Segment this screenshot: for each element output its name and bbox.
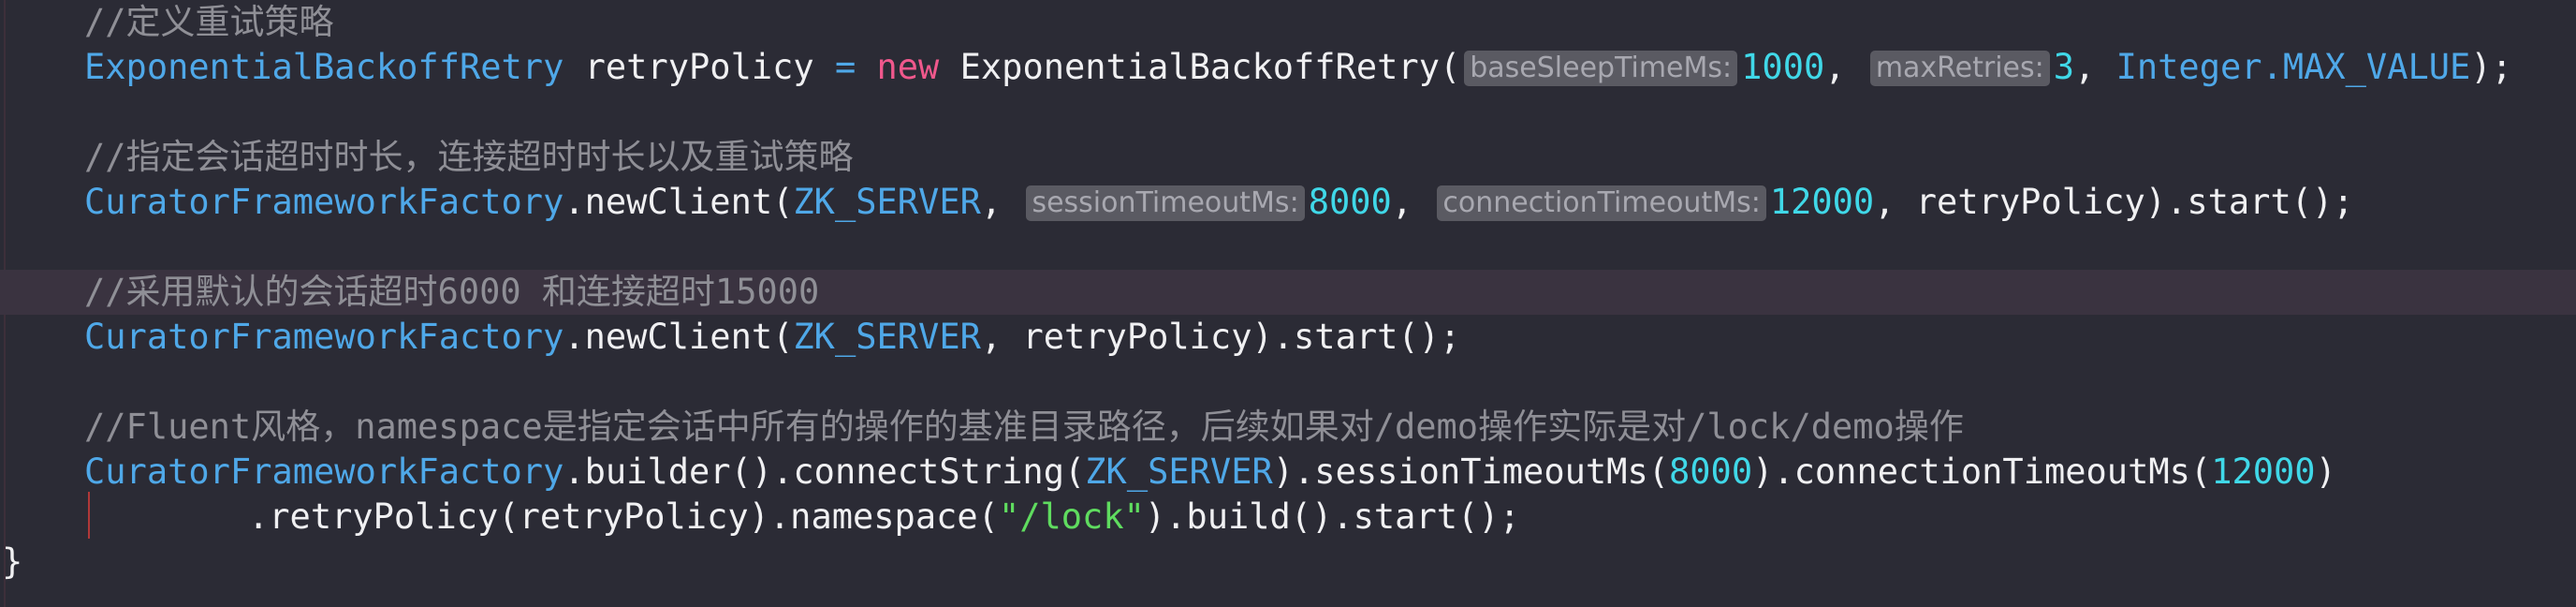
code-line-3[interactable]: //指定会话超时时长，连接超时时长以及重试策略 (0, 135, 2576, 180)
param-hint-base-sleep: baseSleepTimeMs: (1464, 51, 1738, 86)
type-name: CuratorFrameworkFactory (84, 317, 564, 357)
number-literal: 1000 (1741, 47, 1825, 87)
operator: = (834, 47, 856, 87)
statement-end: , retryPolicy).start(); (980, 317, 1461, 357)
number-literal: 12000 (1769, 182, 1875, 222)
type-integer: Integer (2115, 47, 2262, 87)
separator: , (1391, 182, 1413, 222)
closing-brace: } (2, 541, 23, 582)
method-call: .newClient( (564, 317, 794, 357)
statement-end: ) (2315, 452, 2336, 492)
separator: , (980, 182, 1003, 222)
constant-max-value: .MAX_VALUE (2261, 47, 2471, 87)
number-literal: 8000 (1308, 182, 1392, 222)
code-line-8[interactable]: CuratorFrameworkFactory.builder().connec… (0, 450, 2576, 495)
comment-fluent: //Fluent风格，namespace是指定会话中所有的操作的基准目录路径，后… (84, 407, 1964, 447)
param-hint-session-timeout: sessionTimeoutMs: (1026, 185, 1305, 221)
comment-defaults: //采用默认的会话超时6000 和连接超时15000 (84, 272, 820, 312)
number-literal: 8000 (1669, 452, 1753, 492)
constant-zk-server: ZK_SERVER (793, 317, 981, 357)
separator: , (1824, 47, 1846, 87)
separator: , (2074, 47, 2116, 87)
constant-zk-server: ZK_SERVER (1085, 452, 1273, 492)
param-hint-connection-timeout: connectionTimeoutMs: (1437, 185, 1766, 221)
string-literal: "/lock" (998, 496, 1145, 537)
code-line-2[interactable]: ExponentialBackoffRetry retryPolicy = ne… (0, 45, 2576, 90)
type-name: ExponentialBackoffRetry (84, 47, 564, 87)
method-call: .newClient( (564, 182, 794, 222)
code-line-7[interactable]: //Fluent风格，namespace是指定会话中所有的操作的基准目录路径，后… (0, 405, 2576, 450)
type-name: CuratorFrameworkFactory (84, 452, 564, 492)
constructor-call: ExponentialBackoffRetry( (939, 47, 1461, 87)
code-line-1[interactable]: //定义重试策略 (0, 0, 2576, 45)
variable-name: retryPolicy (564, 47, 835, 87)
code-line-6[interactable]: CuratorFrameworkFactory.newClient(ZK_SER… (0, 315, 2576, 360)
method-chain: .retryPolicy(retryPolicy).namespace( (248, 496, 999, 537)
method-call: ).connectionTimeoutMs( (1752, 452, 2212, 492)
statement-end: ).build().start(); (1144, 496, 1520, 537)
constant-zk-server: ZK_SERVER (793, 182, 981, 222)
code-line-5-current[interactable]: //采用默认的会话超时6000 和连接超时15000 (0, 270, 2576, 315)
comment-retry-policy: //定义重试策略 (84, 2, 334, 42)
method-call: .builder().connectString( (564, 452, 1086, 492)
statement-end: , retryPolicy).start(); (1874, 182, 2354, 222)
comment-timeouts: //指定会话超时时长，连接超时时长以及重试策略 (84, 137, 854, 177)
code-editor[interactable]: //定义重试策略 ExponentialBackoffRetry retryPo… (0, 0, 2576, 607)
code-line-10[interactable]: } (0, 540, 2576, 585)
keyword-new: new (856, 47, 940, 87)
method-call: ).sessionTimeoutMs( (1272, 452, 1669, 492)
number-literal: 12000 (2211, 452, 2316, 492)
code-line-9[interactable]: .retryPolicy(retryPolicy).namespace("/lo… (0, 495, 2576, 540)
statement-end: ); (2470, 47, 2512, 87)
param-hint-max-retries: maxRetries: (1869, 51, 2050, 86)
number-literal: 3 (2053, 47, 2075, 87)
type-name: CuratorFrameworkFactory (84, 182, 564, 222)
code-line-4[interactable]: CuratorFrameworkFactory.newClient(ZK_SER… (0, 180, 2576, 225)
